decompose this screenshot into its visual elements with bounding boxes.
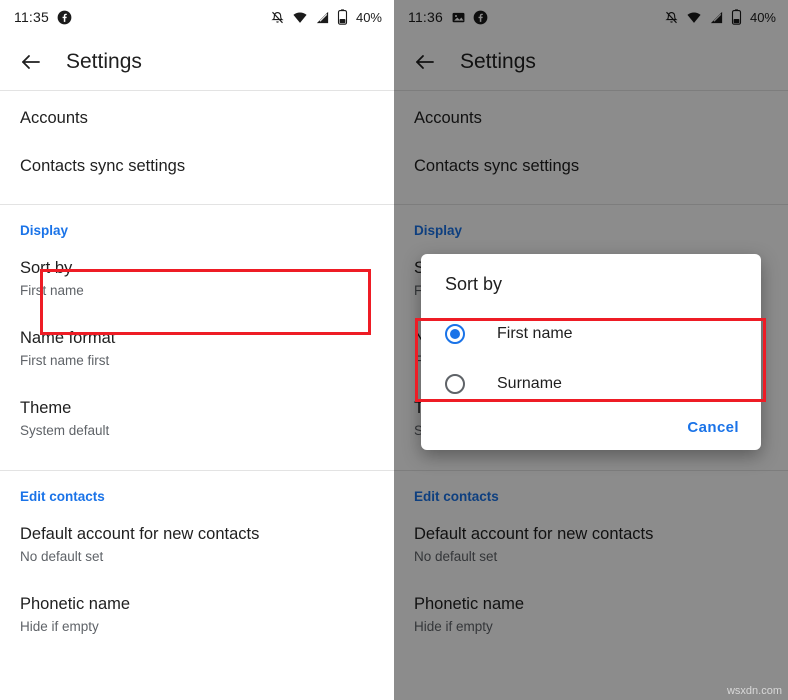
list-item-label: Default account for new contacts xyxy=(414,525,654,543)
notifications-off-icon xyxy=(664,10,679,25)
list-item-label: Contacts sync settings xyxy=(20,157,186,175)
list-item-theme[interactable]: Theme System default xyxy=(0,384,394,454)
notifications-off-icon xyxy=(270,10,285,25)
facebook-icon xyxy=(473,10,488,25)
back-arrow-icon[interactable] xyxy=(18,49,44,75)
list-item-value: Hide if empty xyxy=(414,619,493,634)
list-item-sort-by[interactable]: Sort by First name xyxy=(0,244,394,314)
radio-option-label: First name xyxy=(497,325,573,342)
facebook-icon xyxy=(57,10,72,25)
battery-icon xyxy=(337,9,348,25)
list-item-label: Name format xyxy=(20,329,116,347)
radio-option-label: Surname xyxy=(497,375,562,392)
list-item-label: Accounts xyxy=(414,109,482,127)
cancel-button[interactable]: Cancel xyxy=(687,419,739,436)
list-item-phonetic-name[interactable]: Phonetic name Hide if empty xyxy=(0,580,394,650)
status-clock: 11:36 xyxy=(408,9,443,25)
radio-option-first-name[interactable]: First name xyxy=(421,309,761,359)
list-item-phonetic-name[interactable]: Phonetic name Hide if empty xyxy=(394,580,788,650)
list-item-label: Theme xyxy=(20,399,72,417)
signal-icon xyxy=(709,10,724,25)
battery-percent: 40% xyxy=(749,9,776,25)
status-bar-right: 11:36 40% xyxy=(394,0,788,34)
status-left-icons xyxy=(451,10,488,25)
status-bar-left: 11:35 40% xyxy=(0,0,394,34)
dialog-actions: Cancel xyxy=(421,409,761,444)
list-item-default-account[interactable]: Default account for new contacts No defa… xyxy=(394,510,788,580)
list-item-label: Contacts sync settings xyxy=(414,157,580,175)
sort-by-dialog: Sort by First name Surname Cancel xyxy=(421,254,761,450)
list-item-value: First name xyxy=(20,283,84,298)
wifi-icon xyxy=(686,10,702,25)
page-title: Settings xyxy=(66,50,142,73)
list-item-label: Accounts xyxy=(20,109,88,127)
list-item-label: Default account for new contacts xyxy=(20,525,260,543)
settings-list-left: Accounts Contacts sync settings Display … xyxy=(0,91,394,650)
app-bar-left: Settings xyxy=(0,34,394,90)
list-item-label: Sort by xyxy=(20,259,73,277)
section-header-edit-contacts: Edit contacts xyxy=(414,489,499,504)
list-item-name-format[interactable]: Name format First name first xyxy=(0,314,394,384)
image-icon xyxy=(451,10,466,25)
battery-percent: 40% xyxy=(355,9,382,25)
app-bar-right: Settings xyxy=(394,34,788,90)
radio-unselected-icon[interactable] xyxy=(445,374,465,394)
list-item-value: No default set xyxy=(414,549,498,564)
screenshot-pair: 11:35 40% Settings Accounts Contacts syn… xyxy=(0,0,788,700)
watermark: wsxdn.com xyxy=(726,685,782,697)
status-right-icons: 40% xyxy=(270,9,382,25)
list-item-accounts[interactable]: Accounts xyxy=(0,91,394,142)
dialog-title: Sort by xyxy=(445,274,503,294)
list-item-value: No default set xyxy=(20,549,104,564)
list-item-label: Phonetic name xyxy=(414,595,525,613)
list-item-accounts[interactable]: Accounts xyxy=(394,91,788,142)
phone-screen-left: 11:35 40% Settings Accounts Contacts syn… xyxy=(0,0,394,700)
section-header-display: Display xyxy=(414,223,463,238)
list-item-label: Phonetic name xyxy=(20,595,131,613)
radio-selected-icon[interactable] xyxy=(445,324,465,344)
list-item-default-account[interactable]: Default account for new contacts No defa… xyxy=(0,510,394,580)
list-item-value: First name first xyxy=(20,353,110,368)
status-right-icons: 40% xyxy=(664,9,776,25)
page-title: Settings xyxy=(460,50,536,73)
status-left-icons xyxy=(57,10,72,25)
signal-icon xyxy=(315,10,330,25)
section-header-display: Display xyxy=(20,223,69,238)
radio-option-surname[interactable]: Surname xyxy=(421,359,761,409)
section-header-edit-contacts: Edit contacts xyxy=(20,489,105,504)
list-item-contacts-sync[interactable]: Contacts sync settings xyxy=(394,142,788,190)
list-item-value: System default xyxy=(20,423,110,438)
list-item-contacts-sync[interactable]: Contacts sync settings xyxy=(0,142,394,190)
battery-icon xyxy=(731,9,742,25)
wifi-icon xyxy=(292,10,308,25)
list-item-value: Hide if empty xyxy=(20,619,99,634)
phone-screen-right: 11:36 40% Settings Accounts Contacts syn… xyxy=(394,0,788,700)
back-arrow-icon[interactable] xyxy=(412,49,438,75)
status-clock: 11:35 xyxy=(14,9,49,25)
